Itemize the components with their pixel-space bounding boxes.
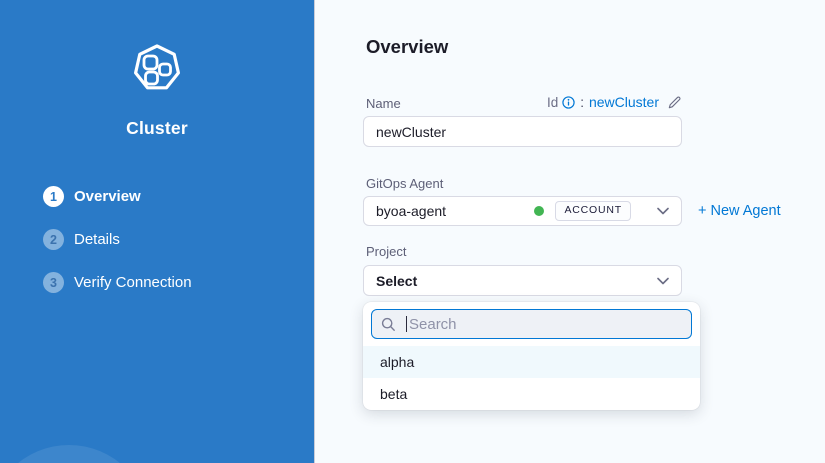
step-overview[interactable]: 1 Overview — [43, 186, 314, 207]
id-display: Id : newCluster — [547, 94, 682, 110]
step-number-badge: 2 — [43, 229, 64, 250]
id-value: newCluster — [589, 94, 659, 110]
project-option-alpha[interactable]: alpha — [363, 346, 700, 378]
step-number-badge: 3 — [43, 272, 64, 293]
overview-step-panel: Overview Name Id : newCluster GitOps Age… — [315, 0, 825, 463]
new-agent-link[interactable]: + New Agent — [698, 203, 781, 219]
page-title: Overview — [366, 36, 448, 58]
gitops-agent-select[interactable]: byoa-agent ACCOUNT — [363, 196, 682, 226]
project-label: Project — [366, 244, 406, 259]
agent-scope-badge: ACCOUNT — [555, 201, 631, 221]
project-search-input[interactable] — [407, 316, 682, 333]
step-details[interactable]: 2 Details — [43, 229, 314, 250]
id-separator: : — [580, 95, 584, 110]
agent-healthy-dot-icon — [534, 206, 544, 216]
step-label: Overview — [74, 188, 141, 205]
project-search-box[interactable] — [371, 309, 692, 339]
edit-id-icon[interactable] — [667, 95, 682, 110]
wizard-sidebar: Cluster 1 Overview 2 Details 3 Verify Co… — [0, 0, 315, 463]
wizard-title: Cluster — [0, 118, 314, 139]
chevron-down-icon — [657, 277, 669, 285]
name-input[interactable] — [363, 116, 682, 147]
project-select-placeholder: Select — [376, 273, 417, 289]
project-option-beta[interactable]: beta — [363, 378, 700, 410]
cluster-icon — [132, 80, 182, 97]
step-number-badge: 1 — [43, 186, 64, 207]
cluster-wizard-window: Cluster 1 Overview 2 Details 3 Verify Co… — [0, 0, 825, 463]
step-label: Details — [74, 231, 120, 248]
name-label: Name — [366, 96, 401, 111]
gitops-agent-value: byoa-agent — [376, 203, 446, 219]
gitops-agent-label: GitOps Agent — [366, 176, 443, 191]
project-select[interactable]: Select — [363, 265, 682, 296]
chevron-down-icon — [657, 207, 669, 215]
wizard-steps: 1 Overview 2 Details 3 Verify Connection — [0, 186, 314, 293]
id-prefix: Id — [547, 95, 558, 110]
decorative-circle — [0, 445, 150, 463]
info-icon[interactable] — [562, 96, 575, 109]
step-verify-connection[interactable]: 3 Verify Connection — [43, 272, 314, 293]
step-label: Verify Connection — [74, 274, 192, 291]
search-icon — [381, 317, 396, 332]
project-dropdown-panel: alpha beta — [363, 302, 700, 410]
